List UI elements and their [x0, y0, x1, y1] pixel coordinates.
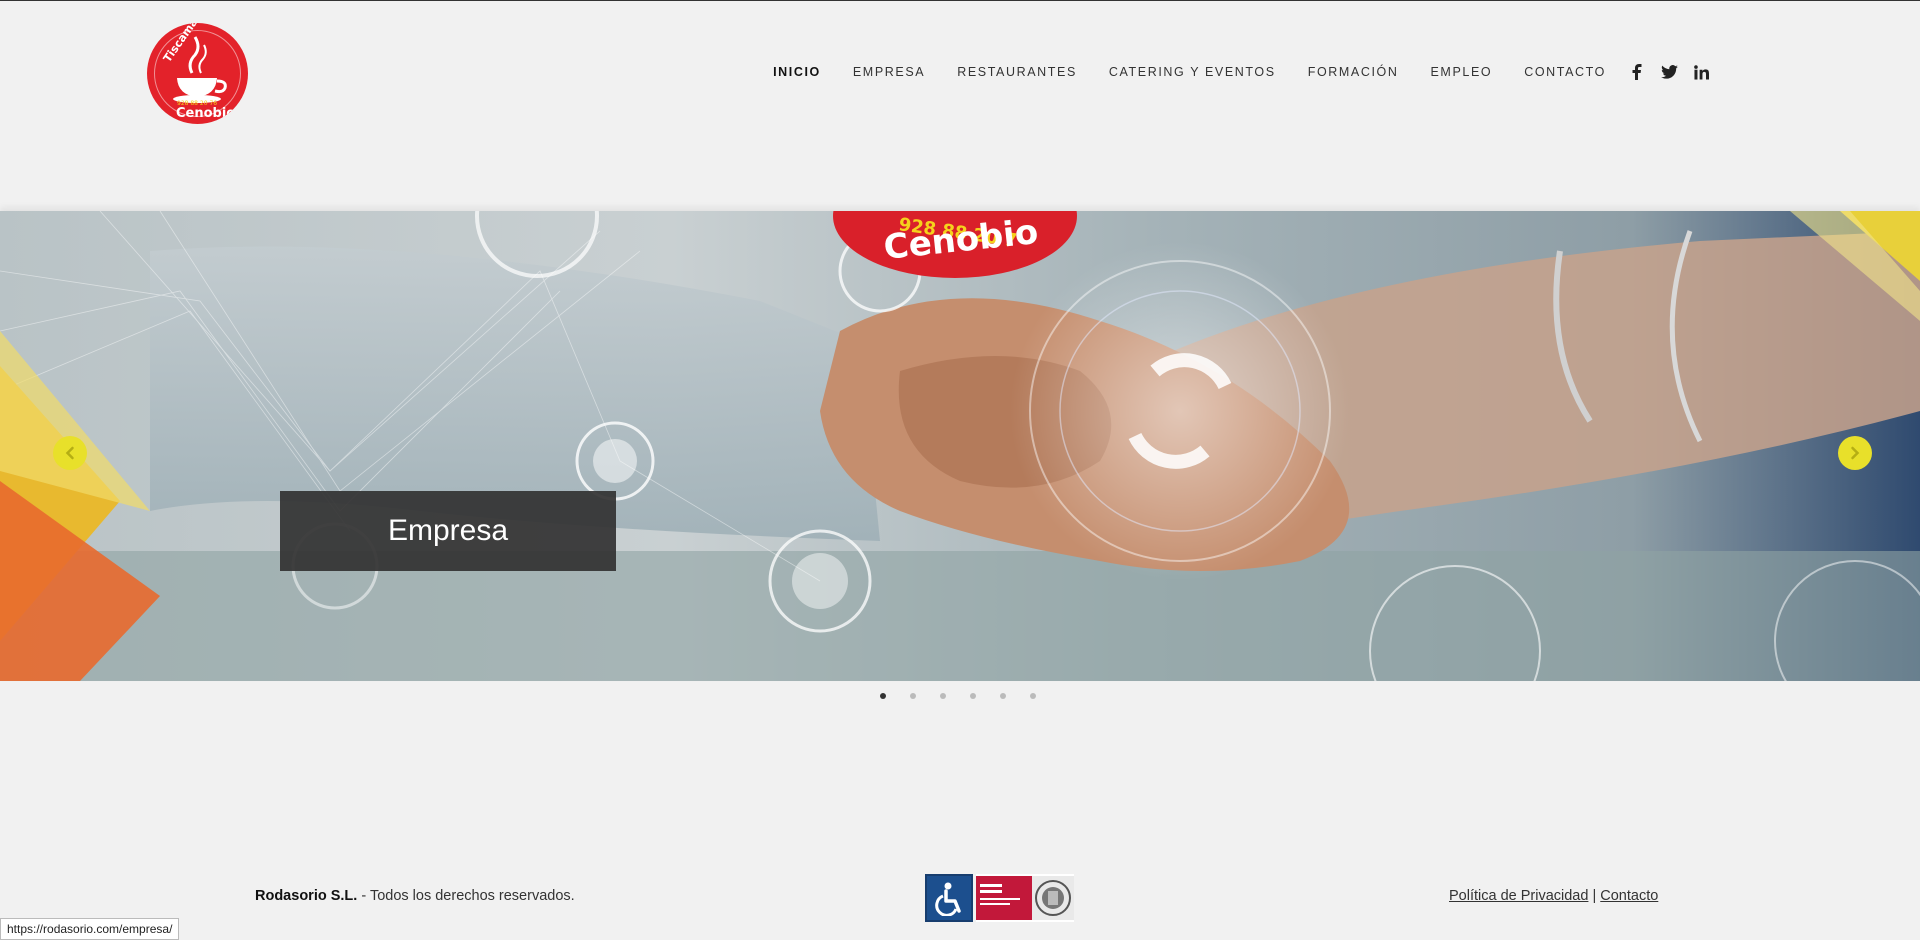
- status-bar-url: https://rodasorio.com/empresa/: [0, 918, 180, 940]
- logo-phone: 928 88 20 76: [177, 100, 217, 107]
- main-nav: INICIO EMPRESA RESTAURANTES CATERING Y E…: [773, 61, 1712, 83]
- facebook-icon[interactable]: [1626, 61, 1648, 83]
- slider-prev-button[interactable]: [53, 436, 87, 470]
- slider-dot-6[interactable]: [1030, 693, 1036, 699]
- footer-contact-link[interactable]: Contacto: [1600, 888, 1658, 904]
- rights-text: - Todos los derechos reservados.: [357, 888, 575, 904]
- chevron-left-icon: [65, 446, 74, 460]
- slide-image: 928 88 20 7 Cenobio: [0, 211, 1920, 681]
- nav-item-contacto[interactable]: CONTACTO: [1524, 65, 1606, 79]
- company-name: Rodasorio S.L.: [255, 888, 358, 904]
- iso-certification-icon[interactable]: [976, 874, 1074, 922]
- site-header: Tiscamanita Cenobio 928 88 20 76 INICIO …: [0, 1, 1920, 211]
- nav-item-inicio[interactable]: INICIO: [773, 65, 821, 79]
- slider-dot-2[interactable]: [910, 693, 916, 699]
- hero-slider: 928 88 20 7 Cenobio Empresa: [0, 211, 1920, 681]
- cenobio-logo-icon: Tiscamanita Cenobio 928 88 20 76: [147, 23, 248, 124]
- slider-dot-1[interactable]: [880, 693, 886, 699]
- nav-item-empleo[interactable]: EMPLEO: [1431, 65, 1493, 79]
- linkedin-icon[interactable]: [1690, 61, 1712, 83]
- footer-links: Política de Privacidad | Contacto: [1449, 888, 1658, 904]
- site-footer: Rodasorio S.L. - Todos los derechos rese…: [0, 871, 1920, 922]
- nav-item-catering[interactable]: CATERING Y EVENTOS: [1109, 65, 1276, 79]
- slide-caption[interactable]: Empresa: [280, 491, 616, 571]
- slider-pagination: [880, 693, 1060, 699]
- certification-badges: [925, 874, 1074, 922]
- slider-dot-3[interactable]: [940, 693, 946, 699]
- twitter-icon[interactable]: [1658, 61, 1680, 83]
- nav-item-formacion[interactable]: FORMACIÓN: [1308, 65, 1399, 79]
- nav-item-restaurantes[interactable]: RESTAURANTES: [957, 65, 1077, 79]
- accessibility-icon[interactable]: [925, 874, 973, 922]
- copyright-text: Rodasorio S.L. - Todos los derechos rese…: [255, 888, 575, 904]
- site-logo[interactable]: Tiscamanita Cenobio 928 88 20 76: [147, 23, 248, 124]
- chevron-right-icon: [1851, 446, 1860, 460]
- social-links: [1626, 61, 1712, 83]
- nav-item-empresa[interactable]: EMPRESA: [853, 65, 925, 79]
- privacy-policy-link[interactable]: Política de Privacidad: [1449, 888, 1588, 904]
- slider-dot-5[interactable]: [1000, 693, 1006, 699]
- footer-separator: |: [1588, 888, 1601, 904]
- slider-next-button[interactable]: [1838, 436, 1872, 470]
- logo-brand-bottom: Cenobio: [176, 106, 235, 121]
- slider-dot-4[interactable]: [970, 693, 976, 699]
